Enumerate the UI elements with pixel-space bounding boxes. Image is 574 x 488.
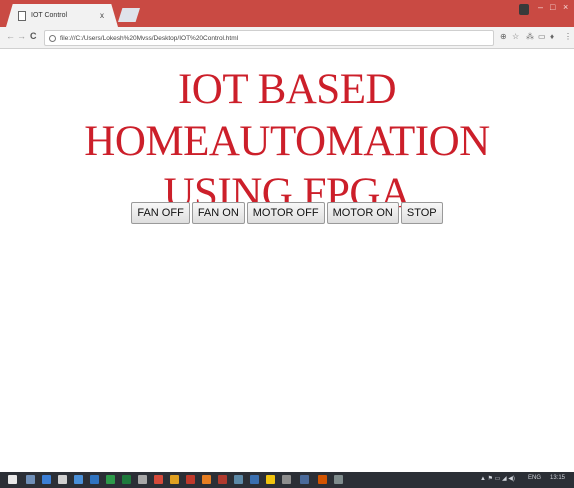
task-view-icon[interactable]: [26, 475, 35, 484]
windows-taskbar: ▲ ⚑ ▭ ◢ ◀) ENG 13:15: [0, 472, 574, 488]
browser-tab[interactable]: IOT Control x: [6, 4, 118, 27]
tab-close-icon[interactable]: x: [100, 11, 104, 20]
taskbar-app-icon[interactable]: [170, 475, 179, 484]
taskbar-app-icon[interactable]: [234, 475, 243, 484]
stop-button[interactable]: STOP: [400, 202, 443, 224]
reload-icon[interactable]: C: [30, 31, 37, 41]
file-explorer-icon[interactable]: [42, 475, 51, 484]
taskbar-app-icon[interactable]: [186, 475, 195, 484]
page-title-line1: IOT BASED HOMEAUTOMATION: [84, 66, 490, 165]
page-title: IOT BASED HOMEAUTOMATION USING FPGA: [0, 64, 574, 220]
start-icon[interactable]: [8, 475, 17, 484]
cast-icon[interactable]: ▭: [538, 32, 546, 41]
url-text: file:///C:/Users/Lokesh%20Mvss/Desktop/I…: [60, 34, 239, 42]
taskbar-app-icon[interactable]: [318, 475, 327, 484]
page-icon: [18, 10, 26, 21]
taskbar-app-icon[interactable]: [74, 475, 83, 484]
taskbar-app-icon[interactable]: [122, 475, 131, 484]
address-bar[interactable]: file:///C:/Users/Lokesh%20Mvss/Desktop/I…: [44, 30, 494, 46]
taskbar-app-icon[interactable]: [282, 475, 291, 484]
zoom-icon[interactable]: ⊕: [500, 32, 507, 41]
taskbar-app-icon[interactable]: [250, 475, 259, 484]
bookmark-star-icon[interactable]: ☆: [512, 32, 519, 41]
user-profile-icon[interactable]: [519, 4, 529, 15]
taskbar-app-icon[interactable]: [138, 475, 147, 484]
taskbar-app-icon[interactable]: [266, 475, 275, 484]
fan-off-button[interactable]: FAN OFF: [131, 202, 190, 224]
close-window-button[interactable]: ×: [563, 2, 568, 12]
extension-icon[interactable]: ⁂: [526, 32, 534, 41]
minimize-button[interactable]: –: [538, 2, 543, 12]
taskbar-app-icon[interactable]: [90, 475, 99, 484]
back-arrow-icon[interactable]: ←: [6, 31, 15, 41]
forward-arrow-icon[interactable]: →: [17, 31, 26, 41]
new-tab-button[interactable]: [118, 8, 140, 22]
tray-icons[interactable]: ▲ ⚑ ▭ ◢ ◀): [480, 475, 515, 482]
info-icon[interactable]: [49, 34, 56, 42]
browser-title-bar: IOT Control x – □ ×: [0, 0, 574, 27]
taskbar-app-icon[interactable]: [334, 475, 343, 484]
motor-off-button[interactable]: MOTOR OFF: [246, 202, 325, 224]
taskbar-app-icon[interactable]: [106, 475, 115, 484]
taskbar-app-icon[interactable]: [300, 475, 309, 484]
taskbar-app-icon[interactable]: [202, 475, 211, 484]
taskbar-app-icon[interactable]: [218, 475, 227, 484]
motor-on-button[interactable]: MOTOR ON: [326, 202, 399, 224]
maximize-button[interactable]: □: [550, 2, 555, 12]
taskbar-app-icon[interactable]: [154, 475, 163, 484]
fan-on-button[interactable]: FAN ON: [191, 202, 245, 224]
extension-pin-icon[interactable]: ♦: [550, 32, 554, 41]
taskbar-app-icon[interactable]: [58, 475, 67, 484]
clock[interactable]: 13:15: [550, 475, 565, 481]
tab-title: IOT Control: [31, 12, 68, 19]
language-indicator[interactable]: ENG: [528, 475, 541, 481]
control-buttons: FAN OFF FAN ON MOTOR OFF MOTOR ON STOP: [0, 202, 574, 224]
page-content: IOT BASED HOMEAUTOMATION USING FPGA FAN …: [0, 50, 574, 472]
menu-icon[interactable]: ⋮: [564, 32, 572, 41]
browser-toolbar: ← → C file:///C:/Users/Lokesh%20Mvss/Des…: [0, 27, 574, 49]
